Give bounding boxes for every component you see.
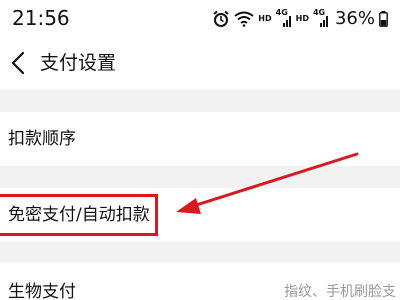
- sim1-hd-label: HD: [258, 14, 272, 23]
- biometric-payment-label: 生物支付: [8, 282, 76, 300]
- wifi-icon: [234, 11, 254, 27]
- sim2-network-indicator: HD: [296, 15, 309, 23]
- settings-item-deduct-order[interactable]: 扣款顺序: [0, 112, 400, 166]
- battery-percent: 36%: [334, 8, 375, 29]
- deduct-order-label: 扣款顺序: [8, 129, 76, 149]
- settings-item-password-free-payment[interactable]: 免密支付/自动扣款: [0, 188, 400, 242]
- battery-icon: [379, 11, 388, 27]
- biometric-payment-hint: 指纹、手机刷脸支: [284, 284, 396, 300]
- sim1-4g-label: 4G: [275, 8, 288, 17]
- sim1-signal-icon: 4G: [275, 8, 292, 27]
- status-time: 21:56: [12, 6, 70, 30]
- sim2-signal-icon: 4G: [312, 8, 329, 27]
- page-title: 支付设置: [40, 52, 117, 74]
- status-bar: 21:56 HD 4G HD 4G 36%: [0, 0, 400, 36]
- settings-item-biometric-payment[interactable]: 生物支付 指纹、手机刷脸支: [0, 262, 400, 300]
- screen: 21:56 HD 4G HD 4G 36% 支付设置 扣款顺序 免密支付/自动扣…: [0, 0, 400, 300]
- back-arrow-icon[interactable]: [6, 48, 30, 78]
- alarm-icon: [212, 10, 230, 28]
- sim2-hd-label: HD: [295, 14, 309, 23]
- status-icons: HD 4G HD 4G 36%: [212, 8, 388, 30]
- page-header: 支付设置: [0, 36, 400, 90]
- password-free-payment-label: 免密支付/自动扣款: [8, 205, 150, 225]
- sim2-4g-label: 4G: [312, 8, 326, 17]
- sim1-network-indicator: HD: [258, 15, 271, 23]
